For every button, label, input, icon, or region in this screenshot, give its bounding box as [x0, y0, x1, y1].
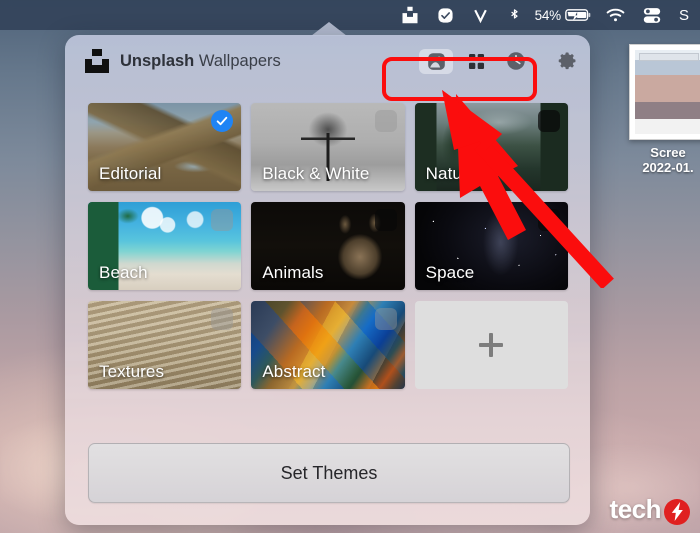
- theme-label: Beach: [99, 263, 148, 282]
- popover-arrow-tail: [311, 22, 347, 36]
- settings-button[interactable]: [554, 48, 580, 74]
- theme-label: Animals: [262, 263, 324, 282]
- brand-suffix: Wallpapers: [194, 51, 281, 70]
- wifi-icon: [606, 8, 625, 21]
- theme-label: Black & White: [262, 164, 370, 183]
- battery-status[interactable]: 54%: [531, 0, 597, 30]
- control-center-menubar-icon[interactable]: [634, 0, 670, 30]
- theme-label: Abstract: [262, 362, 326, 381]
- brand: Unsplash Wallpapers: [85, 49, 281, 73]
- plus-icon: [479, 333, 504, 357]
- checkmark-icon: [217, 116, 228, 126]
- file-label-line2: 2022-01.: [642, 160, 694, 175]
- file-thumbnail-preview: [635, 50, 700, 134]
- watermark: tech: [610, 494, 690, 525]
- spotlight-menubar-icon[interactable]: S: [670, 0, 698, 30]
- photo-icon: [427, 52, 445, 70]
- theme-tile-textures[interactable]: Textures: [88, 301, 242, 389]
- add-theme-tile[interactable]: [414, 301, 568, 389]
- popover-toolbar: [416, 46, 576, 76]
- lightning-bolt-icon: [671, 502, 683, 521]
- status-badge[interactable]: [211, 308, 234, 330]
- theme-label: Nature: [425, 164, 478, 183]
- file-thumbnail: [629, 44, 700, 140]
- view-mode-segmented-control: [416, 47, 536, 76]
- bluetooth-icon: [510, 8, 518, 19]
- clock-icon: [507, 52, 525, 70]
- watermark-badge: [664, 498, 690, 525]
- theme-label: Editorial: [99, 164, 162, 183]
- status-badge[interactable]: [374, 308, 397, 330]
- menu-bar: 54% S: [0, 0, 700, 30]
- theme-tile-space[interactable]: Space: [414, 202, 568, 290]
- letter-v-icon: [473, 9, 487, 23]
- theme-tile-beach[interactable]: Beach: [88, 202, 242, 290]
- popover-header: Unsplash Wallpapers: [65, 35, 590, 87]
- bluetooth-menubar-icon[interactable]: [498, 0, 531, 30]
- page-title: Unsplash Wallpapers: [120, 52, 281, 71]
- control-center-icon: [643, 7, 661, 23]
- check-circle-icon: [437, 7, 453, 23]
- wifi-menubar-icon[interactable]: [597, 0, 634, 30]
- unsplash-wallpapers-popover: Unsplash Wallpapers Editorial Black & Wh…: [65, 35, 590, 525]
- status-badge[interactable]: [374, 110, 397, 132]
- theme-tile-nature[interactable]: Nature: [414, 103, 568, 191]
- theme-label: Textures: [99, 362, 165, 381]
- battery-percent-label: 54%: [534, 7, 562, 23]
- battery-charging-icon: [565, 9, 591, 21]
- tab-history[interactable]: [499, 49, 533, 74]
- grid-four-squares-icon: [468, 53, 484, 69]
- tab-photos[interactable]: [419, 48, 453, 74]
- todo-menubar-icon[interactable]: [428, 0, 463, 30]
- theme-tile-editorial[interactable]: Editorial: [88, 103, 242, 191]
- status-badge[interactable]: [537, 209, 560, 231]
- theme-tile-abstract[interactable]: Abstract: [251, 301, 405, 389]
- spotlight-search-icon: S: [678, 6, 689, 24]
- desktop-file-icon[interactable]: Scree 2022-01.: [624, 44, 700, 175]
- theme-tile-black-and-white[interactable]: Black & White: [251, 103, 405, 191]
- theme-label: Space: [425, 263, 475, 282]
- file-icon-label: Scree 2022-01.: [624, 145, 700, 175]
- unsplash-icon: [402, 6, 418, 24]
- file-label-line1: Scree: [650, 145, 686, 160]
- status-badge[interactable]: [211, 209, 234, 231]
- theme-tile-animals[interactable]: Animals: [251, 202, 405, 290]
- gear-icon: [558, 52, 576, 70]
- unsplash-logo-icon: [85, 49, 109, 73]
- watermark-text: tech: [609, 494, 662, 524]
- status-badge[interactable]: [537, 110, 560, 132]
- tab-collections[interactable]: [459, 49, 493, 74]
- status-badge[interactable]: [374, 209, 397, 231]
- vpn-menubar-icon[interactable]: [463, 0, 498, 30]
- theme-grid: Editorial Black & White Nature Beach Ani…: [88, 103, 568, 389]
- brand-name: Unsplash: [120, 51, 195, 70]
- unsplash-menubar-icon[interactable]: [392, 0, 428, 30]
- set-themes-button[interactable]: Set Themes: [88, 443, 570, 503]
